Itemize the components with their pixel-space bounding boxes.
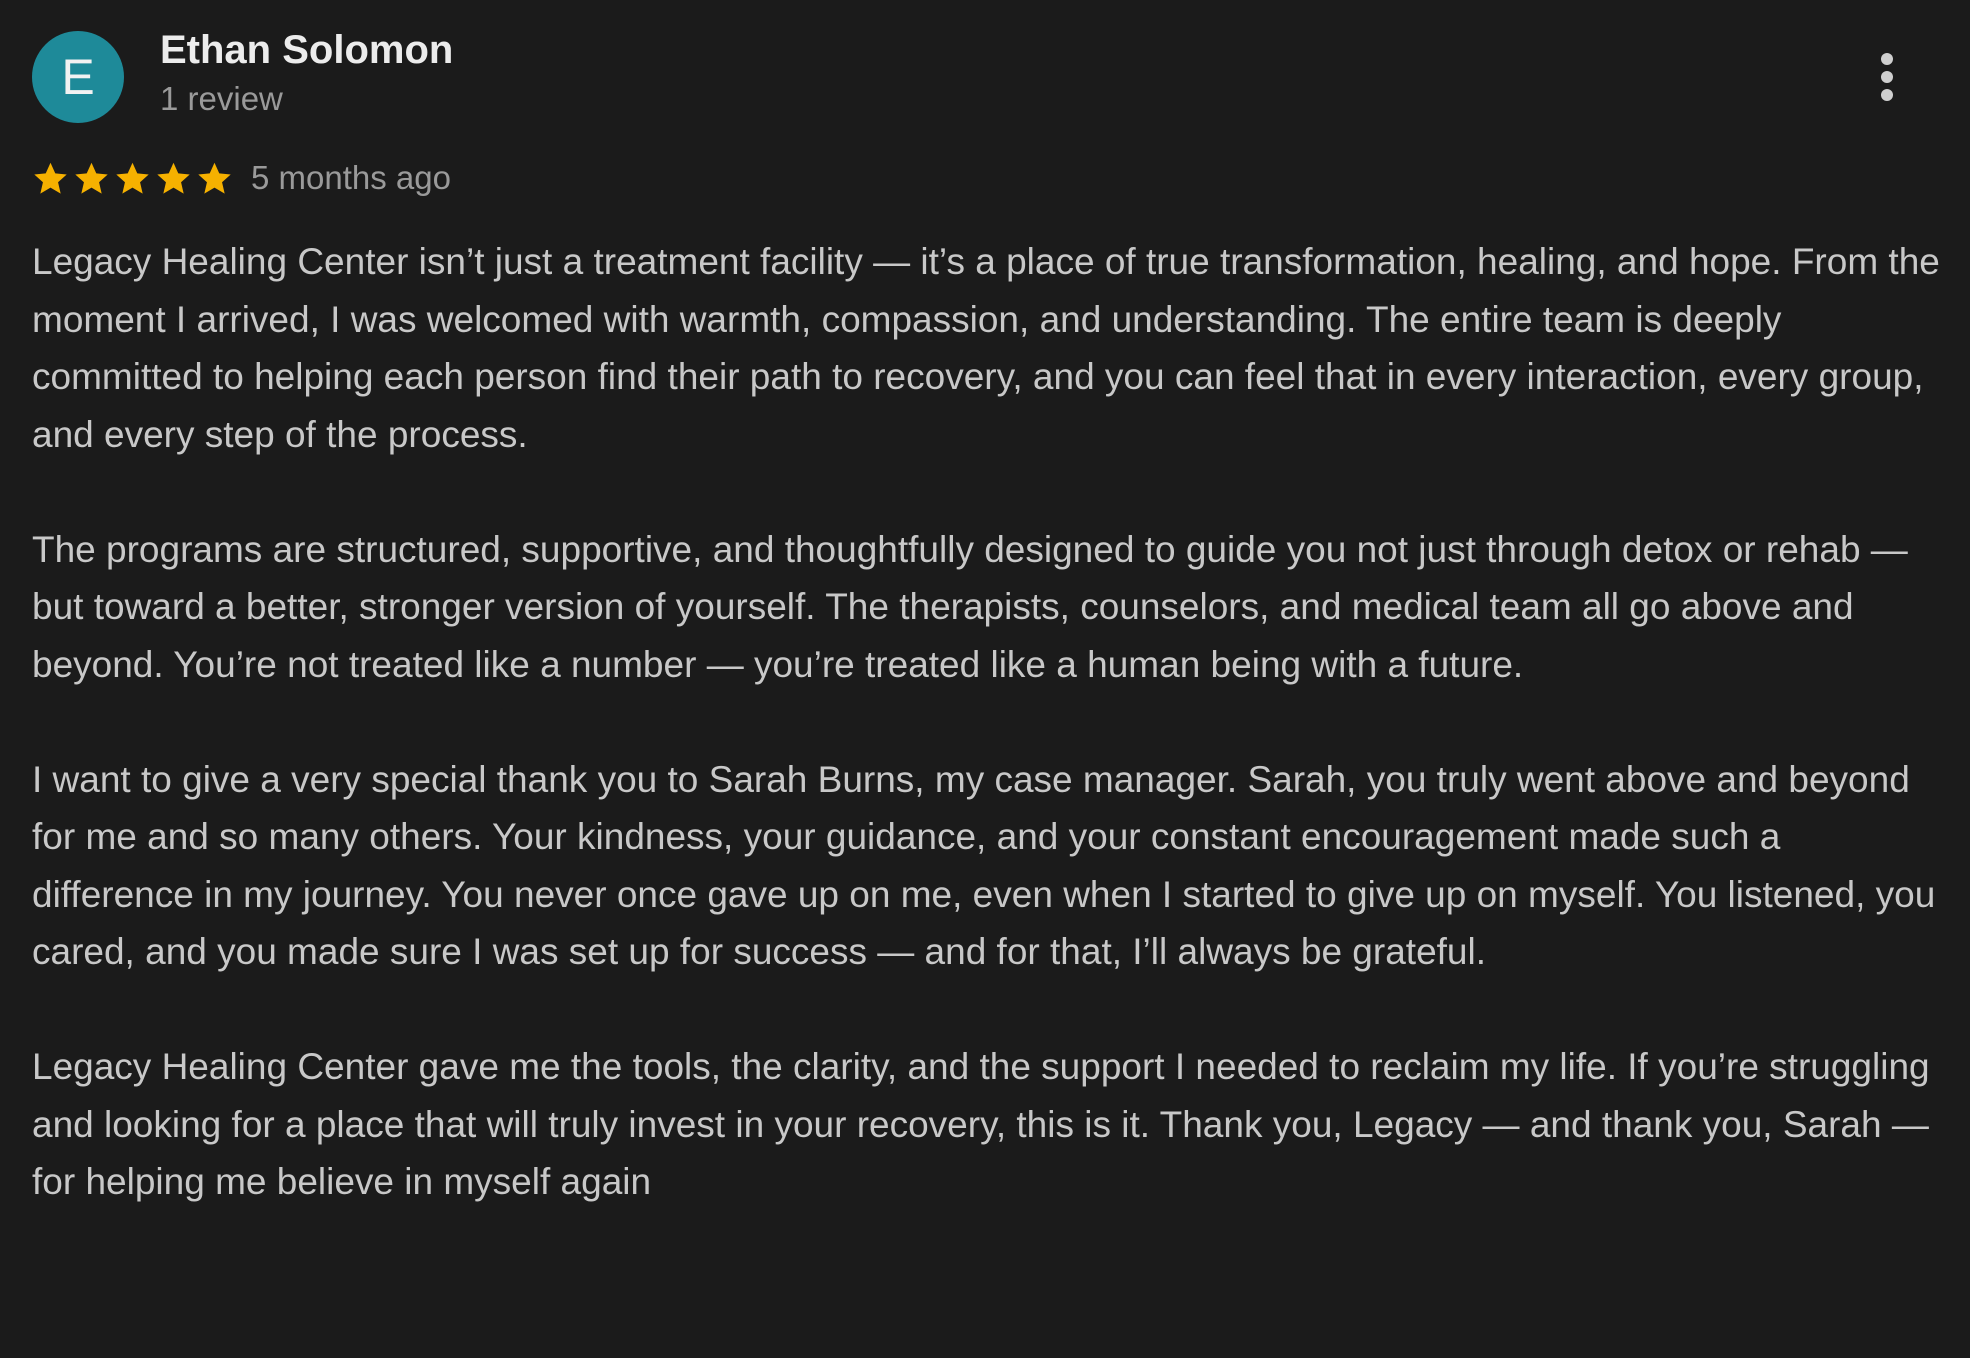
review-count: 1 review <box>160 80 283 117</box>
avatar-letter: E <box>61 49 95 105</box>
more-vert-icon <box>1881 53 1893 101</box>
star-icon <box>116 162 149 194</box>
review-text: Legacy Healing Center isn’t just a treat… <box>32 233 1942 1211</box>
star-rating <box>32 160 233 197</box>
star-icon <box>75 162 108 194</box>
review-paragraph: Legacy Healing Center gave me the tools,… <box>32 1046 1930 1202</box>
review-card: E Ethan Solomon 1 review 5 months ago Le… <box>0 0 1970 1358</box>
review-paragraph: The programs are structured, supportive,… <box>32 528 1908 685</box>
star-icon <box>34 162 67 194</box>
rating-row: 5 months ago <box>32 154 451 202</box>
reviewer-name[interactable]: Ethan Solomon <box>160 28 453 73</box>
star-icon <box>157 162 190 194</box>
review-paragraph: Legacy Healing Center isn’t just a treat… <box>32 241 1940 455</box>
review-paragraph: I want to give a very special thank you … <box>32 758 1936 973</box>
review-date: 5 months ago <box>251 159 451 196</box>
more-options-button[interactable] <box>1862 44 1912 110</box>
star-icon <box>198 162 231 194</box>
avatar[interactable]: E <box>32 31 124 123</box>
